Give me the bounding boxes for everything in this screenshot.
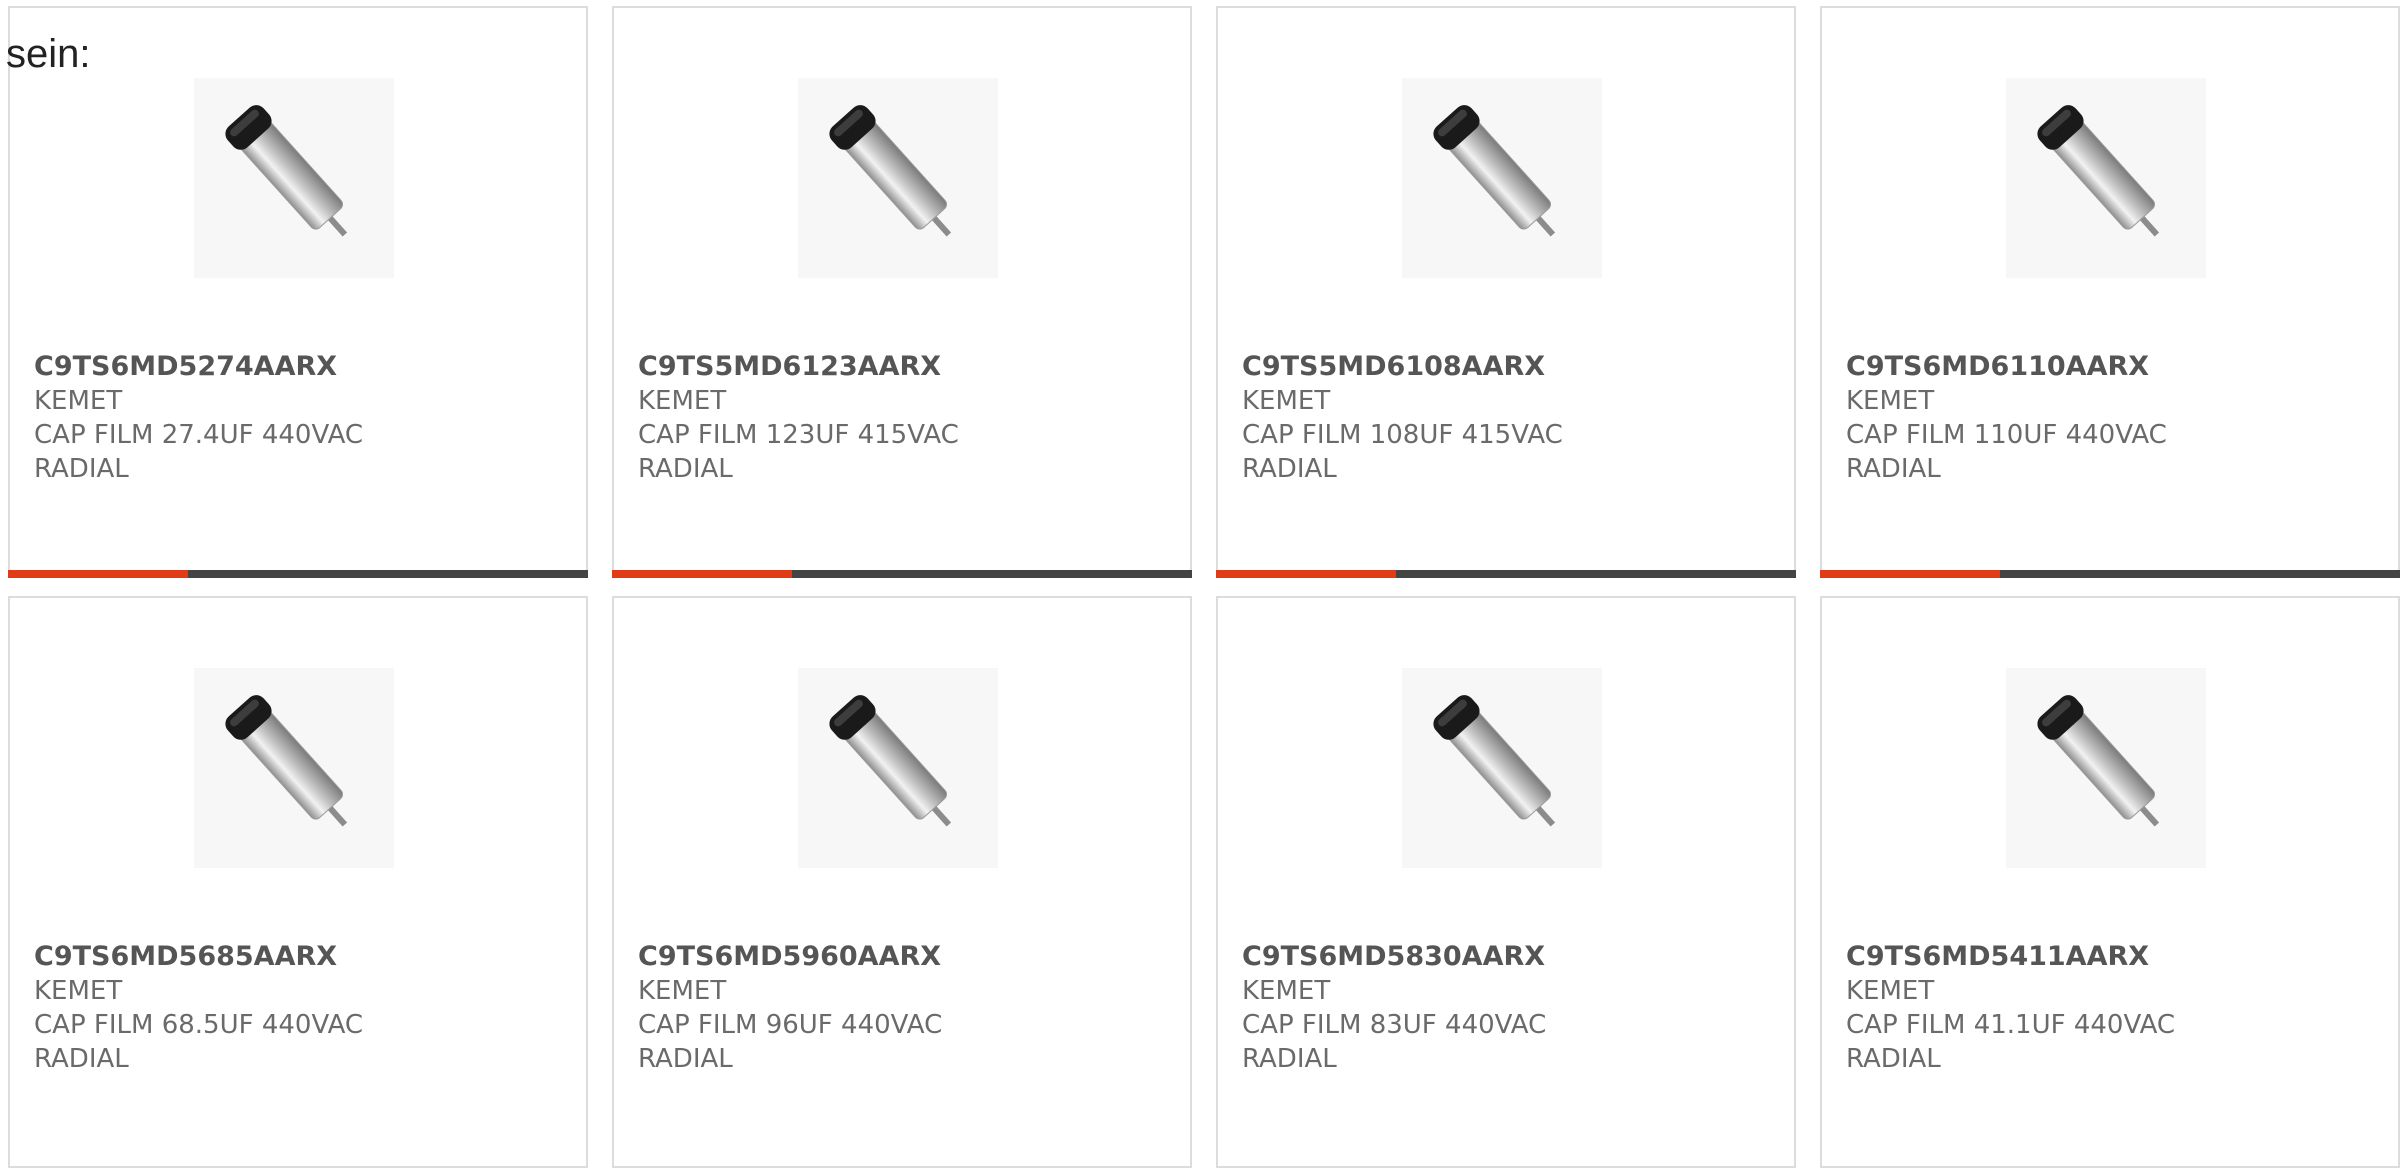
part-number-link[interactable]: C9TS6MD5411AARX xyxy=(1846,940,2186,974)
part-number-link[interactable]: C9TS6MD5830AARX xyxy=(1242,940,1582,974)
stock-bar xyxy=(8,570,588,578)
film-capacitor-icon[interactable] xyxy=(1402,668,1602,868)
manufacturer: KEMET xyxy=(1242,386,1331,416)
product-description: CAP FILM 83UF 440VAC RADIAL xyxy=(1242,1010,1547,1074)
product-description: CAP FILM 68.5UF 440VAC RADIAL xyxy=(34,1010,364,1074)
product-info: C9TS5MD6123AARX KEMET CAP FILM 123UF 415… xyxy=(638,350,978,486)
stock-bar xyxy=(1820,570,2400,578)
manufacturer: KEMET xyxy=(1242,976,1331,1006)
product-card[interactable]: C9TS6MD5411AARX KEMET CAP FILM 41.1UF 44… xyxy=(1820,596,2400,1168)
product-info: C9TS6MD5274AARX KEMET CAP FILM 27.4UF 44… xyxy=(34,350,374,486)
product-description: CAP FILM 41.1UF 440VAC RADIAL xyxy=(1846,1010,2176,1074)
part-number-link[interactable]: C9TS6MD5960AARX xyxy=(638,940,978,974)
product-info: C9TS6MD5411AARX KEMET CAP FILM 41.1UF 44… xyxy=(1846,940,2186,1076)
product-card[interactable]: C9TS5MD6123AARX KEMET CAP FILM 123UF 415… xyxy=(612,6,1192,578)
film-capacitor-icon[interactable] xyxy=(1402,78,1602,278)
product-grid: C9TS6MD5274AARX KEMET CAP FILM 27.4UF 44… xyxy=(8,6,2400,1168)
product-card[interactable]: C9TS6MD5274AARX KEMET CAP FILM 27.4UF 44… xyxy=(8,6,588,578)
film-capacitor-icon[interactable] xyxy=(194,78,394,278)
part-number-link[interactable]: C9TS5MD6123AARX xyxy=(638,350,978,384)
product-description: CAP FILM 110UF 440VAC RADIAL xyxy=(1846,420,2167,484)
film-capacitor-icon[interactable] xyxy=(194,668,394,868)
product-card[interactable]: C9TS6MD6110AARX KEMET CAP FILM 110UF 440… xyxy=(1820,6,2400,578)
film-capacitor-icon[interactable] xyxy=(798,78,998,278)
manufacturer: KEMET xyxy=(34,976,123,1006)
part-number-link[interactable]: C9TS6MD6110AARX xyxy=(1846,350,2186,384)
product-info: C9TS6MD5960AARX KEMET CAP FILM 96UF 440V… xyxy=(638,940,978,1076)
product-description: CAP FILM 96UF 440VAC RADIAL xyxy=(638,1010,943,1074)
product-info: C9TS6MD5685AARX KEMET CAP FILM 68.5UF 44… xyxy=(34,940,374,1076)
manufacturer: KEMET xyxy=(1846,386,1935,416)
product-description: CAP FILM 108UF 415VAC RADIAL xyxy=(1242,420,1563,484)
stock-bar xyxy=(1216,570,1796,578)
manufacturer: KEMET xyxy=(638,976,727,1006)
stock-bar-fill xyxy=(612,570,792,578)
product-card[interactable]: C9TS6MD5960AARX KEMET CAP FILM 96UF 440V… xyxy=(612,596,1192,1168)
part-number-link[interactable]: C9TS5MD6108AARX xyxy=(1242,350,1582,384)
stock-bar-fill xyxy=(1216,570,1396,578)
manufacturer: KEMET xyxy=(638,386,727,416)
stock-bar-fill xyxy=(8,570,188,578)
film-capacitor-icon[interactable] xyxy=(798,668,998,868)
manufacturer: KEMET xyxy=(1846,976,1935,1006)
product-description: CAP FILM 27.4UF 440VAC RADIAL xyxy=(34,420,364,484)
part-number-link[interactable]: C9TS6MD5685AARX xyxy=(34,940,374,974)
part-number-link[interactable]: C9TS6MD5274AARX xyxy=(34,350,374,384)
film-capacitor-icon[interactable] xyxy=(2006,78,2206,278)
stock-bar xyxy=(612,570,1192,578)
product-info: C9TS6MD5830AARX KEMET CAP FILM 83UF 440V… xyxy=(1242,940,1582,1076)
product-info: C9TS5MD6108AARX KEMET CAP FILM 108UF 415… xyxy=(1242,350,1582,486)
product-card[interactable]: C9TS6MD5830AARX KEMET CAP FILM 83UF 440V… xyxy=(1216,596,1796,1168)
product-info: C9TS6MD6110AARX KEMET CAP FILM 110UF 440… xyxy=(1846,350,2186,486)
manufacturer: KEMET xyxy=(34,386,123,416)
stock-bar-fill xyxy=(1820,570,2000,578)
product-description: CAP FILM 123UF 415VAC RADIAL xyxy=(638,420,959,484)
product-card[interactable]: C9TS6MD5685AARX KEMET CAP FILM 68.5UF 44… xyxy=(8,596,588,1168)
intro-text: sein: xyxy=(6,32,91,76)
product-card[interactable]: C9TS5MD6108AARX KEMET CAP FILM 108UF 415… xyxy=(1216,6,1796,578)
film-capacitor-icon[interactable] xyxy=(2006,668,2206,868)
